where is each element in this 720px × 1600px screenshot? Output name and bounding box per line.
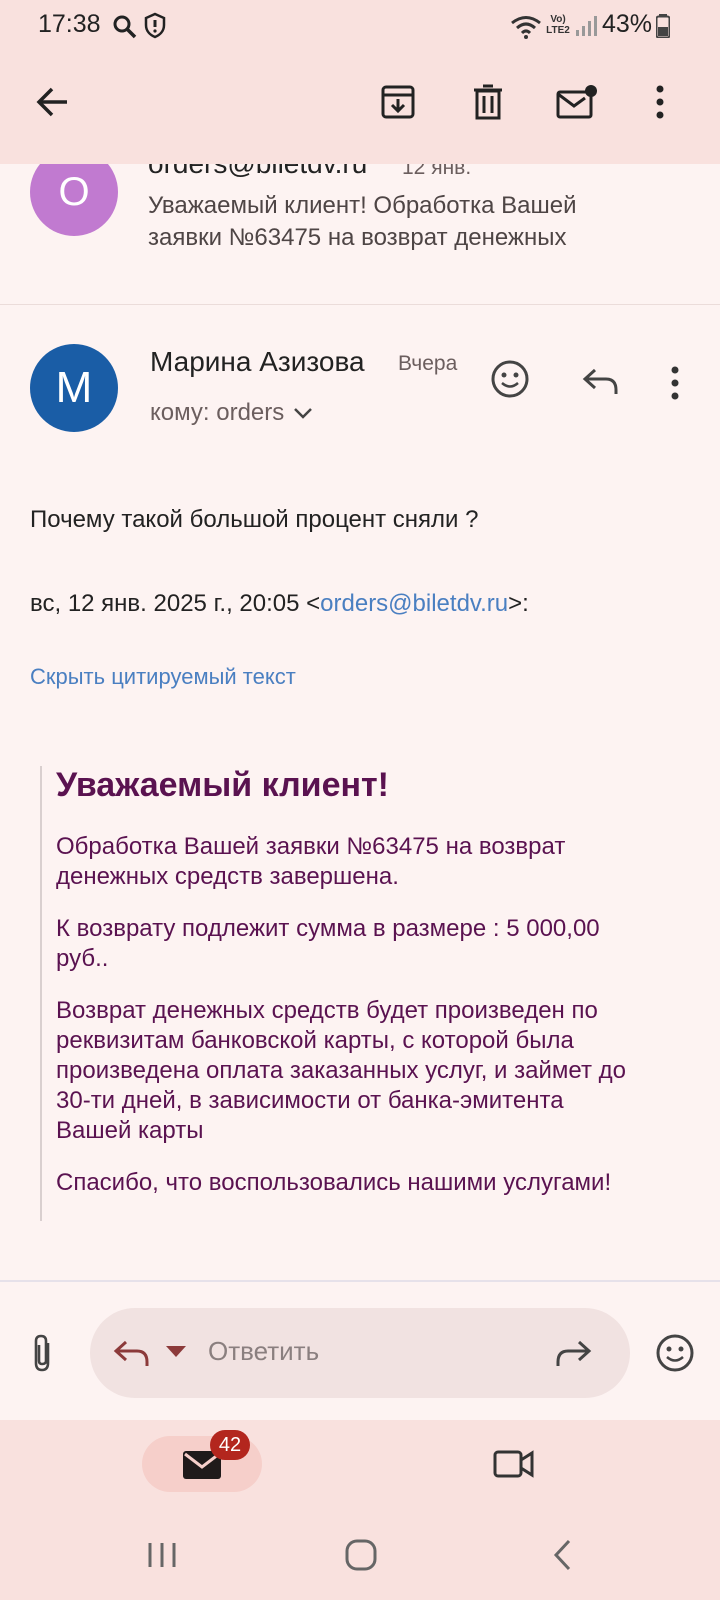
avatar: O — [30, 164, 118, 236]
network-label: Vo) LTE2 — [546, 14, 570, 36]
mark-unread-button[interactable] — [548, 74, 604, 130]
archive-button[interactable] — [370, 74, 426, 130]
reply-button[interactable] — [576, 356, 626, 406]
chevron-down-icon — [294, 408, 313, 419]
emoji-button[interactable] — [650, 1328, 700, 1378]
sender-name: orders@biletdv.ru — [148, 164, 367, 180]
reply-icon — [113, 1340, 149, 1366]
message-body: Почему такой большой процент сняли ? — [30, 506, 479, 533]
arrow-back-icon — [36, 87, 67, 117]
caret-down-icon[interactable] — [166, 1346, 186, 1358]
message-date: 12 янв. — [402, 164, 472, 179]
bottom-navigation: 42 — [0, 1420, 720, 1520]
status-time: 17:38 — [38, 10, 101, 38]
quoted-text: Уважаемый клиент! Обработка Вашей заявки… — [40, 766, 692, 1221]
message-date: Вчера — [398, 352, 458, 375]
back-button[interactable] — [24, 74, 80, 130]
reply-input[interactable]: Ответить — [90, 1308, 630, 1398]
quoted-line: Спасибо, что воспользовались нашими услу… — [56, 1169, 612, 1196]
mail-unread-icon — [556, 85, 597, 119]
paperclip-icon — [34, 1334, 50, 1372]
system-navigation-bar — [0, 1520, 720, 1600]
smiley-icon — [491, 360, 529, 398]
reply-mode-button[interactable] — [112, 1332, 152, 1374]
unread-count-badge: 42 — [210, 1430, 250, 1460]
avatar: M — [30, 344, 118, 432]
more-options-button[interactable] — [632, 74, 688, 130]
more-vert-icon — [656, 85, 664, 119]
quoted-line: 30-ти дней, в зависимости от банка-эмите… — [56, 1087, 564, 1114]
nav-meet[interactable] — [484, 1436, 544, 1492]
quote-header-suffix: >: — [508, 590, 529, 617]
quote-header-prefix: вс, 12 янв. 2025 г., 20:05 < — [30, 590, 321, 617]
snippet-line: заявки №63475 на возврат денежных — [148, 224, 567, 251]
archive-icon — [381, 85, 415, 119]
quoted-line: денежных средств завершена. — [56, 863, 399, 890]
quoted-line: руб.. — [56, 945, 109, 972]
home-icon[interactable] — [344, 1538, 378, 1572]
quote-email-link[interactable]: orders@biletdv.ru — [320, 590, 508, 617]
recipients-label: кому: orders — [150, 399, 285, 426]
forward-icon — [556, 1340, 592, 1366]
attach-button[interactable] — [20, 1330, 66, 1376]
trash-icon — [474, 84, 502, 120]
battery-icon — [656, 14, 670, 38]
react-emoji-button[interactable] — [485, 354, 535, 404]
recents-icon[interactable] — [146, 1540, 178, 1570]
snippet-line: Уважаемый клиент! Обработка Вашей — [148, 192, 577, 219]
recipients-toggle[interactable]: кому: orders — [150, 396, 314, 430]
forward-button[interactable] — [550, 1332, 596, 1374]
quoted-line: Обработка Вашей заявки №63475 на возврат — [56, 833, 566, 860]
smiley-icon — [656, 1334, 694, 1372]
nav-mail[interactable]: 42 — [142, 1430, 262, 1492]
delete-button[interactable] — [460, 74, 516, 130]
message-more-button[interactable] — [655, 358, 695, 408]
battery-percent: 43% — [602, 10, 653, 38]
search-icon — [113, 15, 137, 39]
wifi-icon — [511, 16, 541, 39]
reply-placeholder: Ответить — [208, 1336, 320, 1366]
quoted-line: Возврат денежных средств будет произведе… — [56, 997, 598, 1024]
top-app-bar — [0, 54, 720, 164]
status-bar: 17:38 Vo) LTE2 43% — [0, 0, 720, 54]
reply-icon — [582, 368, 618, 394]
quoted-title: Уважаемый клиент! — [56, 766, 389, 804]
video-camera-icon — [493, 1450, 534, 1478]
quoted-line: реквизитам банковской карты, с которой б… — [56, 1027, 574, 1054]
quoted-line: К возврату подлежит сумма в размере : 5 … — [56, 915, 600, 942]
hide-quoted-text-link[interactable]: Скрыть цитируемый текст — [30, 664, 296, 690]
quoted-line: Вашей карты — [56, 1117, 204, 1144]
signal-icon — [576, 16, 597, 36]
quote-header: вс, 12 янв. 2025 г., 20:05 <orders@bilet… — [30, 590, 529, 618]
quoted-line: произведена оплата заказанных услуг, и з… — [56, 1057, 626, 1084]
more-vert-icon — [671, 366, 679, 400]
collapsed-message[interactable]: O orders@biletdv.ru 12 янв. Уважаемый кл… — [0, 164, 720, 305]
back-nav-icon[interactable] — [552, 1538, 574, 1572]
sender-name[interactable]: Марина Азизова — [150, 346, 365, 378]
shield-icon — [144, 12, 166, 39]
